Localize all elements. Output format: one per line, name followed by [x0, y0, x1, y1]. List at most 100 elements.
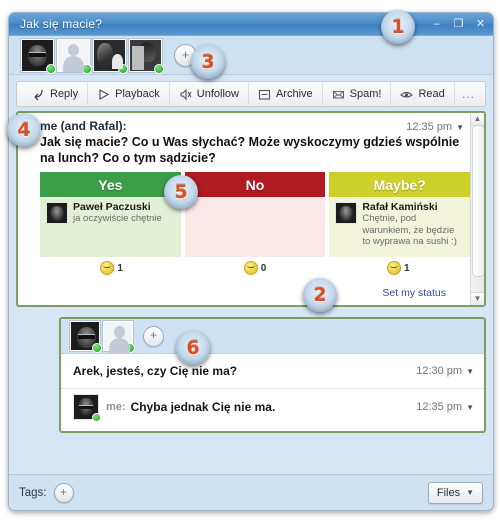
add-tag-button[interactable]: +	[53, 482, 74, 503]
callout-badge-2: 2	[303, 278, 337, 312]
thread-message[interactable]: Arek, jesteś, czy Cię nie ma? 12:30 pm ▼	[61, 354, 484, 388]
online-dot-icon	[46, 63, 56, 74]
files-button[interactable]: Files ▼	[427, 481, 483, 504]
count-value: 0	[260, 262, 267, 274]
files-label: Files	[436, 486, 461, 499]
thread-message-text: Arek, jesteś, czy Cię nie ma?	[73, 364, 238, 378]
avatar[interactable]	[57, 38, 92, 74]
play-triangle-icon	[97, 88, 110, 101]
message-toolbar: Reply Playback Unfollow Archive Spam! Re…	[16, 81, 486, 107]
online-dot-icon	[125, 343, 135, 353]
callout-badge-1: 1	[381, 10, 415, 44]
voter-name: Rafał Kamiński	[362, 201, 438, 214]
avatar[interactable]	[21, 38, 56, 74]
thread-message[interactable]: me: Chyba jednak Cię nie ma. 12:35 pm ▼	[61, 388, 484, 425]
scroll-down-icon[interactable]: ▼	[471, 292, 484, 305]
poll-widget: Yes No Maybe? Paweł Paczuski ja oczywiśc…	[40, 172, 471, 301]
thread-message-time: 12:30 pm	[416, 365, 463, 377]
callout-badge-4: 4	[7, 113, 41, 147]
toolbar-spam-button[interactable]: Spam!	[323, 83, 392, 105]
avatar[interactable]	[103, 321, 135, 354]
avatar[interactable]	[70, 321, 102, 353]
chevron-down-icon[interactable]: ▼	[466, 367, 474, 376]
thread-message-sender: me:	[106, 401, 126, 413]
count-value: 1	[117, 262, 123, 274]
poll-option-no[interactable]: No	[184, 172, 326, 198]
avatar	[73, 394, 101, 422]
toolbar-archive-button[interactable]: Archive	[249, 83, 323, 105]
thread-participants-strip: +	[61, 319, 484, 354]
maximize-icon[interactable]: ❐	[453, 18, 464, 30]
online-dot-icon	[82, 63, 92, 74]
eye-icon	[400, 88, 414, 101]
toolbar-reply-button[interactable]: Reply	[23, 83, 89, 105]
tags-label: Tags:	[19, 486, 47, 499]
toolbar-playback-button[interactable]: Playback	[88, 83, 170, 105]
toolbar-label: Reply	[50, 88, 79, 100]
close-icon[interactable]: ✕	[475, 18, 486, 30]
chevron-down-icon[interactable]: ▼	[466, 403, 474, 412]
minimize-icon[interactable]: –	[431, 18, 442, 30]
poll-column-maybe: Rafał Kamiński Chętnie, pod warunkiem, ż…	[329, 197, 471, 258]
voter-note: ja oczywiście chętnie	[73, 213, 162, 225]
smiley-icon	[387, 261, 402, 276]
reply-arrow-icon	[32, 88, 45, 101]
thread-pane: + Arek, jesteś, czy Cię nie ma? 12:30 pm…	[59, 317, 486, 433]
thread-message-time: 12:35 pm	[416, 401, 463, 413]
message-body: Jak się macie? Co u Was słychać? Może wy…	[40, 135, 460, 165]
chevron-down-icon[interactable]: ▼	[456, 123, 464, 132]
scrollbar[interactable]: ▲ ▼	[470, 113, 484, 305]
online-dot-icon	[118, 63, 128, 74]
poll-count-maybe: 1	[327, 261, 470, 276]
window-controls: – ❐ ✕	[431, 13, 486, 35]
callout-badge-6: 6	[176, 331, 210, 365]
smiley-icon	[100, 261, 115, 276]
count-value: 1	[404, 262, 410, 274]
poll-option-maybe[interactable]: Maybe?	[329, 172, 471, 198]
avatar[interactable]	[93, 38, 128, 74]
add-thread-participant-button[interactable]: +	[143, 325, 164, 347]
toolbar-overflow-button[interactable]: ...	[462, 87, 479, 101]
avatar	[46, 202, 68, 225]
toolbar-unfollow-button[interactable]: Unfollow	[170, 83, 249, 105]
online-dot-icon	[92, 413, 101, 422]
poll-count-no: 0	[183, 261, 326, 276]
callout-badge-5: 5	[164, 175, 198, 209]
chat-window: Jak się macie? – ❐ ✕ + Reply Playback Un…	[8, 12, 494, 511]
set-my-status-link[interactable]: Set my status	[382, 287, 446, 299]
message-pane: me (and Rafal): 12:35 pm ▼ Jak się macie…	[16, 111, 486, 307]
callout-badge-3: 3	[191, 45, 225, 79]
toolbar-label: Playback	[115, 88, 160, 100]
thread-message-text: Chyba jednak Cię nie ma.	[130, 400, 276, 414]
footer-bar: Tags: + Files ▼	[9, 474, 493, 510]
online-dot-icon	[92, 343, 102, 353]
voter-name: Paweł Paczuski	[73, 201, 151, 214]
poll-counts-row: 1 0 1	[40, 257, 470, 279]
chevron-down-icon: ▼	[466, 488, 474, 497]
toolbar-label: Archive	[275, 88, 313, 100]
poll-voter: Paweł Paczuski ja oczywiście chętnie	[46, 202, 175, 225]
window-title: Jak się macie?	[20, 17, 103, 31]
online-dot-icon	[154, 63, 164, 74]
poll-column-yes: Paweł Paczuski ja oczywiście chętnie	[40, 197, 181, 258]
status-row: Set my status	[40, 279, 470, 301]
toolbar-read-button[interactable]: Read	[391, 83, 455, 105]
participants-strip: +	[9, 36, 493, 75]
archive-box-icon	[258, 88, 271, 101]
poll-column-no	[184, 197, 326, 258]
message-time: 12:35 pm	[406, 121, 453, 133]
poll-count-yes: 1	[40, 261, 183, 276]
smiley-icon	[243, 261, 258, 276]
spam-envelope-icon	[332, 88, 345, 101]
message-sender: me (and Rafal):	[40, 119, 127, 133]
avatar[interactable]	[129, 38, 164, 74]
voter-note: Chętnie, pod warunkiem, że będzie to wyp…	[362, 213, 457, 248]
poll-body-row: Paweł Paczuski ja oczywiście chętnie Raf…	[40, 197, 471, 258]
toolbar-label: Read	[418, 88, 445, 100]
muted-speaker-icon	[179, 88, 192, 101]
toolbar-label: Unfollow	[196, 88, 239, 100]
title-bar[interactable]: Jak się macie? – ❐ ✕	[9, 13, 493, 36]
scrollbar-thumb[interactable]	[472, 125, 484, 277]
poll-voter: Rafał Kamiński Chętnie, pod warunkiem, ż…	[335, 202, 464, 248]
poll-option-yes[interactable]: Yes	[40, 172, 181, 198]
